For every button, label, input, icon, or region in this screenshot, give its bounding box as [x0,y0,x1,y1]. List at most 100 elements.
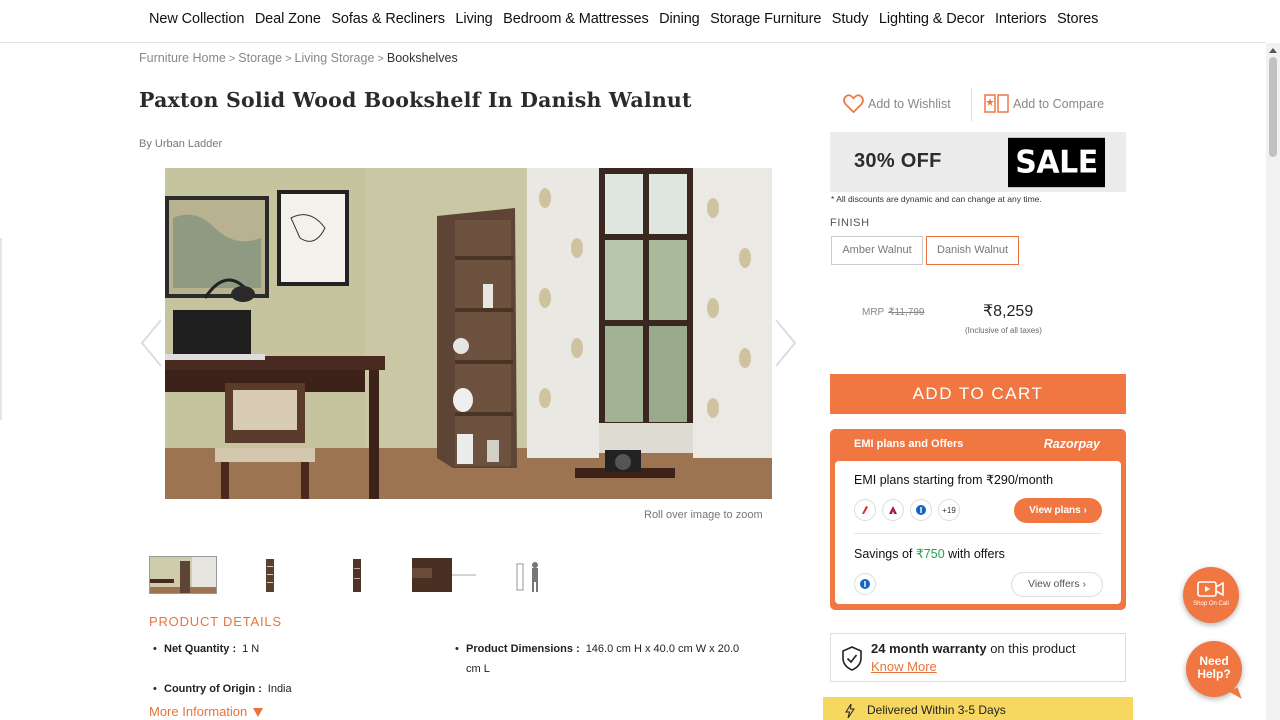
emi-plan-summary: EMI plans starting from ₹290/month [854,472,1053,487]
shop-on-call-label: Shop On Call [1193,601,1229,607]
product-title: Paxton Solid Wood Bookshelf In Danish Wa… [139,88,692,112]
thumbnail-shelf-detail-image [412,558,476,592]
nav-item-dining[interactable]: Dining [659,11,700,27]
lightning-icon [845,704,855,718]
savings-suffix: with offers [944,547,1005,561]
selling-price: ₹8,259 [983,303,1034,320]
nav-item-study[interactable]: Study [832,11,869,27]
emi-offers-panel: EMI plans and Offers Razorpay EMI plans … [830,429,1126,610]
nav-item-new-collection[interactable]: New Collection [149,11,244,27]
razorpay-logo: Razorpay [1043,437,1100,451]
room-scene-illustration [165,168,772,499]
wishlist-label: Add to Wishlist [868,96,951,111]
bank-logo-icon [882,499,904,521]
compare-icon [984,94,1009,113]
warranty-rest: on this product [986,641,1076,656]
zoom-hint-text: Roll over image to zoom [644,509,763,521]
bank-icons-row: +19 [854,499,966,521]
nav-item-interiors[interactable]: Interiors [995,11,1047,27]
bank-logo-icon [854,573,876,595]
discount-percentage: 30% OFF [854,150,942,172]
add-to-cart-button[interactable]: ADD TO CART [830,374,1126,414]
product-brand[interactable]: By Urban Ladder [139,138,222,150]
left-edge-divider [0,238,2,420]
shop-on-call-button[interactable]: Shop On Call [1183,567,1239,623]
emi-divider [854,533,1102,534]
nav-menu: New Collection Deal Zone Sofas & Recline… [149,11,1109,27]
net-quantity-detail: Net Quantity : 1 N [153,643,260,655]
delivery-info-bar: Delivered Within 3-5 Days [823,697,1133,720]
mrp-label: MRP [862,307,885,318]
view-offers-label: View offers [1028,578,1080,590]
nav-item-lighting-decor[interactable]: Lighting & Decor [879,11,985,27]
breadcrumb-link-living-storage[interactable]: Living Storage [295,51,375,65]
video-call-icon [1197,581,1224,597]
scroll-up-arrow-icon[interactable] [1269,48,1277,53]
country-of-origin-detail: Country of Origin : India [153,683,292,695]
thumbnail-5[interactable] [497,556,565,594]
need-help-label-2: Help? [1197,667,1231,681]
warranty-box: 24 month warranty on this product Know M… [830,633,1126,682]
add-to-wishlist-button[interactable]: Add to Wishlist [843,94,951,113]
nav-item-stores[interactable]: Stores [1057,11,1098,27]
need-help-label-1: Need [1199,654,1229,668]
chevron-right-icon: › [1083,505,1087,516]
scrollbar-thumb[interactable] [1269,57,1277,157]
thumbnail-room-image [150,557,216,593]
product-details-heading: PRODUCT DETAILS [149,614,282,629]
nav-item-bedroom-mattresses[interactable]: Bedroom & Mattresses [503,11,649,27]
finish-option-danish-walnut[interactable]: Danish Walnut [926,236,1019,265]
net-quantity-value: 1 N [242,643,260,655]
thumbnail-2[interactable] [236,556,304,594]
nav-item-sofas-recliners[interactable]: Sofas & Recliners [331,11,445,27]
breadcrumb-separator: > [377,53,384,65]
finish-label: FINISH [830,217,870,229]
need-help-button[interactable]: Need Help? [1186,641,1242,697]
thumbnail-shelf-front-image [266,559,274,592]
warranty-know-more-link[interactable]: Know More [871,659,937,674]
mrp-value: ₹11,799 [888,307,925,318]
carousel-next-button[interactable] [772,318,798,368]
carousel-prev-button[interactable] [139,318,165,368]
breadcrumb: Furniture Home > Storage > Living Storage > Bo… [139,51,458,65]
nav-item-deal-zone[interactable]: Deal Zone [255,11,321,27]
warranty-text: 24 month warranty on this product [871,641,1075,656]
thumbnail-dimension-image [516,562,538,592]
thumbnail-1[interactable] [149,556,217,594]
page-scrollbar[interactable] [1266,43,1280,720]
view-offers-button[interactable]: View offers › [1011,572,1103,597]
savings-summary: Savings of ₹750 with offers [854,546,1005,561]
nav-item-storage-furniture[interactable]: Storage Furniture [710,11,821,27]
mrp-price: MRP ₹11,799 [862,307,924,318]
breadcrumb-link-storage[interactable]: Storage [238,51,282,65]
warranty-duration: 24 month warranty [871,641,987,656]
dimensions-detail: Product Dimensions : 146.0 cm H x 40.0 cm… [455,639,739,679]
sale-badge: SALE [1008,137,1105,188]
view-plans-button[interactable]: View plans › [1014,498,1102,523]
product-main-image[interactable] [165,168,772,499]
breadcrumb-link-furniture-home[interactable]: Furniture Home [139,51,226,65]
more-information-label: More Information [149,704,248,719]
dimensions-label: Product Dimensions : [466,643,580,655]
add-to-compare-button[interactable]: Add to Compare [984,94,1104,113]
discount-disclaimer: * All discounts are dynamic and can chan… [831,194,1042,204]
more-banks-count: +19 [938,499,960,521]
breadcrumb-separator: > [228,53,236,65]
dimensions-value-line2: cm L [466,663,490,675]
finish-option-amber-walnut[interactable]: Amber Walnut [831,236,923,265]
chevron-right-icon: › [1082,578,1086,590]
offer-banner: 30% OFF SALE [830,132,1126,192]
country-of-origin-value: India [267,683,292,695]
delivery-text: Delivered Within 3-5 Days [867,703,1006,717]
tax-note: (Inclusive of all taxes) [965,326,1042,335]
more-information-link[interactable]: More Information [149,704,264,719]
net-quantity-label: Net Quantity : [164,643,237,655]
nav-item-living[interactable]: Living [455,11,492,27]
savings-amount: ₹750 [915,547,945,561]
compare-label: Add to Compare [1013,96,1105,111]
heart-icon [843,94,864,113]
thumbnail-3[interactable] [323,556,391,594]
thumbnail-4[interactable] [410,556,478,594]
actions-divider [971,88,972,121]
emi-header: EMI plans and Offers [854,438,964,450]
